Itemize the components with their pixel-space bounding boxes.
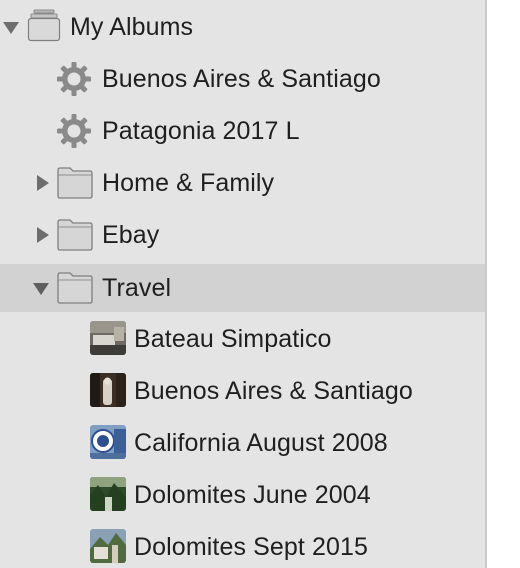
sidebar-album-bateau-simpatico[interactable]: Bateau Simpatico (0, 313, 485, 365)
disclosure-triangle-expanded-icon[interactable] (32, 279, 50, 297)
sidebar-item-label: Travel (102, 273, 172, 302)
sidebar-item-label: California August 2008 (134, 428, 388, 457)
gear-icon (56, 113, 92, 149)
sidebar-album-buenos-aires-santiago[interactable]: Buenos Aires & Santiago (0, 365, 485, 417)
sidebar-folder-ebay[interactable]: Ebay (0, 209, 485, 261)
sidebar-item-label: My Albums (70, 12, 194, 41)
sidebar-album-dolomites-sept-2015[interactable]: Dolomites Sept 2015 (0, 521, 485, 568)
sidebar-item-label: Ebay (102, 220, 160, 249)
sidebar-item-smart-album[interactable]: Patagonia 2017 L (0, 105, 485, 157)
sidebar-item-label: Dolomites Sept 2015 (134, 532, 368, 561)
sidebar-folder-home-family[interactable]: Home & Family (0, 157, 485, 209)
sidebar: My Albums Buenos Aires & Santiago Patago… (0, 0, 487, 568)
disclosure-triangle-collapsed-icon[interactable] (33, 174, 51, 192)
sidebar-album-california-august-2008[interactable]: California August 2008 (0, 417, 485, 469)
disclosure-triangle-collapsed-icon[interactable] (33, 226, 51, 244)
album-thumbnail-icon (90, 425, 126, 459)
sidebar-album-dolomites-june-2004[interactable]: Dolomites June 2004 (0, 469, 485, 521)
sidebar-item-my-albums[interactable]: My Albums (0, 1, 485, 53)
sidebar-item-label: Dolomites June 2004 (134, 480, 371, 509)
albums-stack-icon (26, 8, 62, 44)
sidebar-item-label: Buenos Aires & Santiago (102, 64, 381, 93)
album-thumbnail-icon (90, 373, 126, 407)
sidebar-item-label: Home & Family (102, 168, 275, 197)
album-thumbnail-icon (90, 477, 126, 511)
album-thumbnail-icon (90, 529, 126, 563)
sidebar-item-label: Patagonia 2017 L (102, 116, 300, 145)
folder-icon (56, 271, 94, 305)
folder-icon (56, 218, 94, 252)
sidebar-item-label: Bateau Simpatico (134, 324, 332, 353)
sidebar-item-smart-album[interactable]: Buenos Aires & Santiago (0, 53, 485, 105)
disclosure-triangle-expanded-icon[interactable] (2, 18, 20, 36)
sidebar-item-label: Buenos Aires & Santiago (134, 376, 413, 405)
album-thumbnail-icon (90, 321, 126, 355)
folder-icon (56, 166, 94, 200)
sidebar-folder-travel[interactable]: Travel (0, 264, 485, 312)
gear-icon (56, 61, 92, 97)
